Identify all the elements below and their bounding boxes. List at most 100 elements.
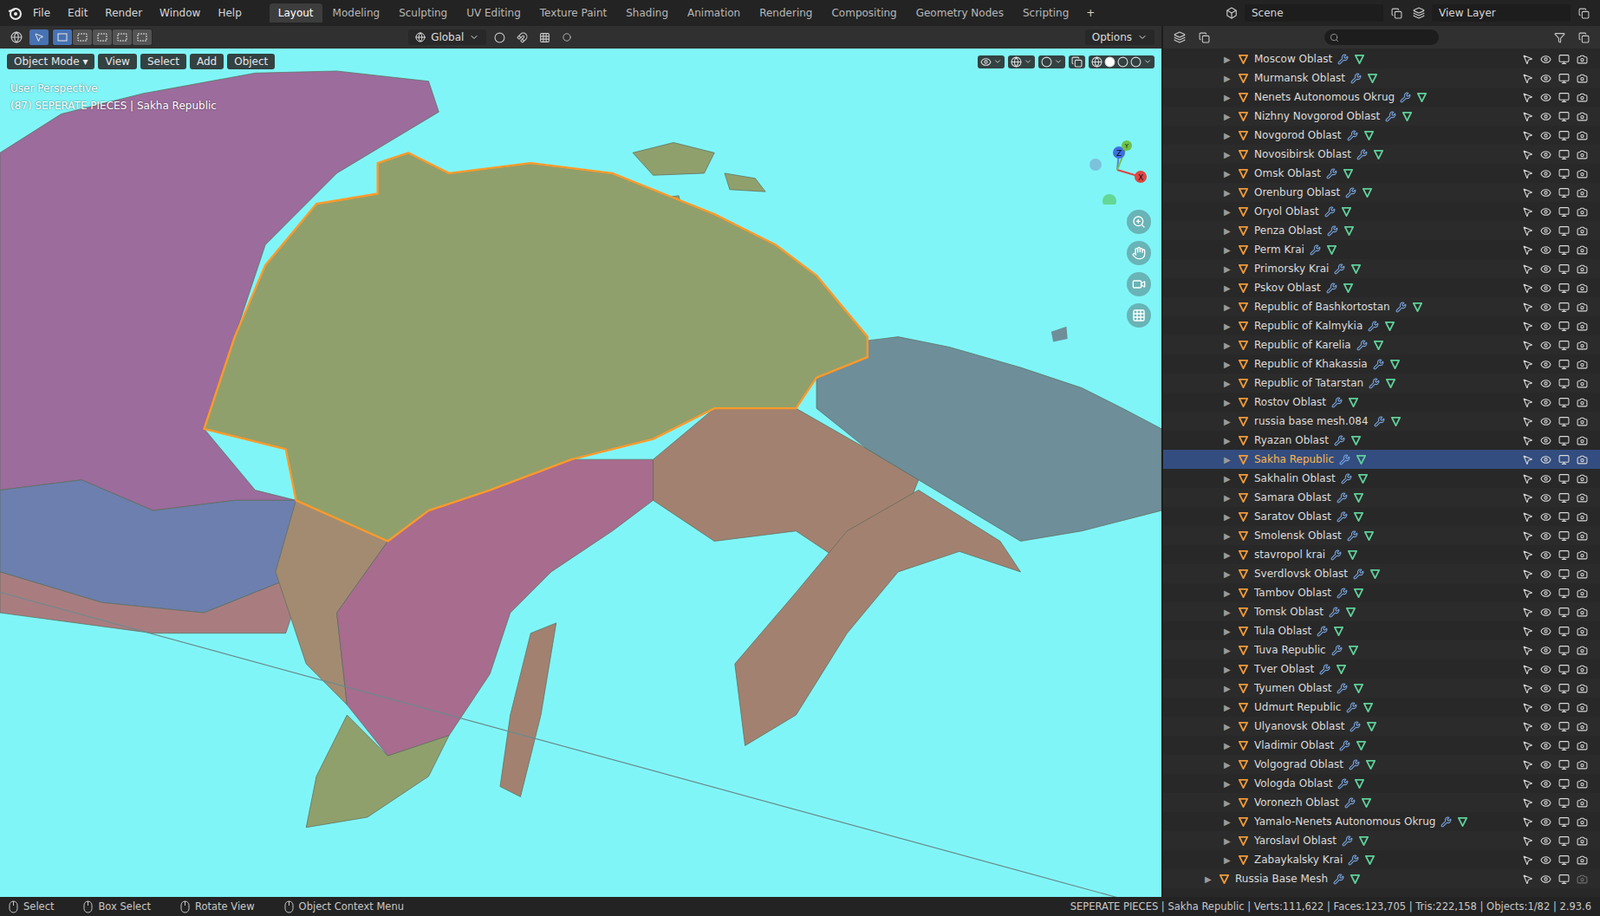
modifier-wrench-icon[interactable] xyxy=(1344,797,1356,809)
visibility-eye-icon[interactable] xyxy=(1540,206,1552,218)
modifier-wrench-icon[interactable] xyxy=(1337,53,1349,66)
expand-arrow-icon[interactable]: ▶ xyxy=(1223,588,1233,599)
selectable-arrow-icon[interactable] xyxy=(1521,396,1534,409)
expand-arrow-icon[interactable]: ▶ xyxy=(1223,702,1233,713)
render-camera-icon[interactable] xyxy=(1576,454,1588,466)
modifier-wrench-icon[interactable] xyxy=(1345,187,1357,199)
render-camera-icon[interactable] xyxy=(1576,91,1588,104)
outliner-row[interactable]: ▶Republic of Khakassia xyxy=(1163,354,1600,374)
expand-arrow-icon[interactable]: ▶ xyxy=(1223,416,1233,427)
object-name[interactable]: Sakha Republic xyxy=(1254,453,1334,466)
outliner-row[interactable]: ▶Ulyanovsk Oblast xyxy=(1163,716,1600,736)
viewport-monitor-icon[interactable] xyxy=(1558,778,1570,790)
outliner-row[interactable]: ▶Novgorod Oblast xyxy=(1163,125,1600,145)
expand-arrow-icon[interactable]: ▶ xyxy=(1223,741,1233,751)
object-name[interactable]: Nenets Autonomous Okrug xyxy=(1254,91,1395,104)
modifier-wrench-icon[interactable] xyxy=(1333,263,1346,275)
render-camera-icon[interactable] xyxy=(1576,130,1588,142)
render-camera-icon[interactable] xyxy=(1576,587,1588,599)
visibility-eye-icon[interactable] xyxy=(1540,454,1552,466)
menu-item[interactable]: Window xyxy=(152,4,208,22)
outliner-row[interactable]: ▶Ryazan Oblast xyxy=(1163,430,1600,450)
visibility-eye-icon[interactable] xyxy=(1540,492,1552,504)
outliner-row[interactable]: ▶Perm Krai xyxy=(1163,240,1600,260)
selectable-arrow-icon[interactable] xyxy=(1521,358,1534,371)
selectable-arrow-icon[interactable] xyxy=(1521,854,1534,866)
viewport-monitor-icon[interactable] xyxy=(1558,511,1570,523)
workspace-tab[interactable]: Rendering xyxy=(750,3,821,23)
render-camera-icon[interactable] xyxy=(1576,549,1588,561)
modifier-wrench-icon[interactable] xyxy=(1339,740,1351,752)
pivot-icon[interactable] xyxy=(489,28,509,46)
outliner-row[interactable]: ▶Volgograd Oblast xyxy=(1163,754,1600,774)
proportional-icon[interactable] xyxy=(557,28,577,46)
visibility-eye-icon[interactable] xyxy=(1540,587,1552,599)
object-name[interactable]: Republic of Tatarstan xyxy=(1254,377,1364,390)
expand-arrow-icon[interactable]: ▶ xyxy=(1223,836,1233,846)
viewport-monitor-icon[interactable] xyxy=(1558,854,1570,866)
expand-arrow-icon[interactable]: ▶ xyxy=(1223,264,1233,274)
modifier-wrench-icon[interactable] xyxy=(1326,168,1338,180)
selectable-arrow-icon[interactable] xyxy=(1521,778,1534,790)
object-name[interactable]: Tver Oblast xyxy=(1254,663,1314,676)
visibility-eye-icon[interactable] xyxy=(1540,644,1552,657)
select-mode-icon[interactable] xyxy=(52,29,72,46)
expand-arrow-icon[interactable]: ▶ xyxy=(1223,474,1233,484)
expand-arrow-icon[interactable]: ▶ xyxy=(1223,111,1233,122)
viewport-monitor-icon[interactable] xyxy=(1558,644,1570,657)
object-name[interactable]: Penza Oblast xyxy=(1254,224,1322,237)
visibility-eye-icon[interactable] xyxy=(1540,702,1552,714)
outliner-row[interactable]: ▶Vladimir Oblast xyxy=(1163,735,1600,755)
expand-arrow-icon[interactable]: ▶ xyxy=(1223,321,1233,332)
visibility-eye-icon[interactable] xyxy=(1540,549,1552,561)
render-camera-icon[interactable] xyxy=(1576,72,1588,85)
viewport-monitor-icon[interactable] xyxy=(1558,816,1570,828)
render-camera-icon[interactable] xyxy=(1576,416,1588,428)
modifier-wrench-icon[interactable] xyxy=(1333,435,1346,447)
render-camera-icon[interactable] xyxy=(1576,663,1588,676)
modifier-wrench-icon[interactable] xyxy=(1336,492,1348,504)
selectable-arrow-icon[interactable] xyxy=(1521,759,1534,771)
viewport-monitor-icon[interactable] xyxy=(1558,797,1570,809)
expand-arrow-icon[interactable]: ▶ xyxy=(1223,760,1233,770)
expand-arrow-icon[interactable]: ▶ xyxy=(1223,493,1233,503)
workspace-tab[interactable]: Layout xyxy=(269,3,323,23)
outliner-row[interactable]: ▶stavropol krai xyxy=(1163,545,1600,565)
selectable-arrow-icon[interactable] xyxy=(1521,663,1534,676)
selectable-arrow-icon[interactable] xyxy=(1521,816,1534,828)
outliner-search[interactable] xyxy=(1324,29,1439,46)
select-mode-icon[interactable] xyxy=(72,29,92,46)
viewport-monitor-icon[interactable] xyxy=(1558,110,1570,123)
view-layer-icon[interactable] xyxy=(1409,4,1429,22)
visibility-icons[interactable] xyxy=(977,55,1005,69)
visibility-eye-icon[interactable] xyxy=(1540,511,1552,523)
modifier-wrench-icon[interactable] xyxy=(1356,339,1368,352)
viewport-monitor-icon[interactable] xyxy=(1558,244,1570,256)
object-name[interactable]: Republic of Khakassia xyxy=(1254,357,1368,371)
expand-arrow-icon[interactable]: ▶ xyxy=(1223,73,1233,84)
render-camera-icon[interactable] xyxy=(1576,854,1588,866)
outliner-row[interactable]: ▶Tver Oblast xyxy=(1163,659,1600,679)
render-camera-icon[interactable] xyxy=(1576,702,1588,714)
viewport-monitor-icon[interactable] xyxy=(1558,492,1570,504)
render-camera-icon[interactable] xyxy=(1576,644,1588,657)
visibility-eye-icon[interactable] xyxy=(1540,377,1552,390)
outliner-row[interactable]: ▶Tambov Oblast xyxy=(1163,583,1600,603)
menu-item[interactable]: File xyxy=(26,4,58,22)
axis-gizmo[interactable]: ZYX xyxy=(1078,135,1157,205)
object-name[interactable]: Ryazan Oblast xyxy=(1254,434,1329,447)
expand-arrow-icon[interactable]: ▶ xyxy=(1223,531,1233,541)
object-name[interactable]: Rostov Oblast xyxy=(1254,396,1327,409)
visibility-eye-icon[interactable] xyxy=(1540,130,1552,142)
modifier-wrench-icon[interactable] xyxy=(1346,130,1359,142)
visibility-eye-icon[interactable] xyxy=(1540,358,1552,371)
viewport-monitor-icon[interactable] xyxy=(1558,339,1570,352)
modifier-wrench-icon[interactable] xyxy=(1349,721,1361,733)
selectable-arrow-icon[interactable] xyxy=(1521,53,1534,66)
object-name[interactable]: Primorsky Krai xyxy=(1254,262,1329,275)
selectable-arrow-icon[interactable] xyxy=(1521,301,1534,313)
outliner-row[interactable]: ▶Murmansk Oblast xyxy=(1163,68,1600,88)
render-camera-icon[interactable] xyxy=(1576,149,1588,161)
visibility-eye-icon[interactable] xyxy=(1540,168,1552,180)
viewport-monitor-icon[interactable] xyxy=(1558,187,1570,199)
